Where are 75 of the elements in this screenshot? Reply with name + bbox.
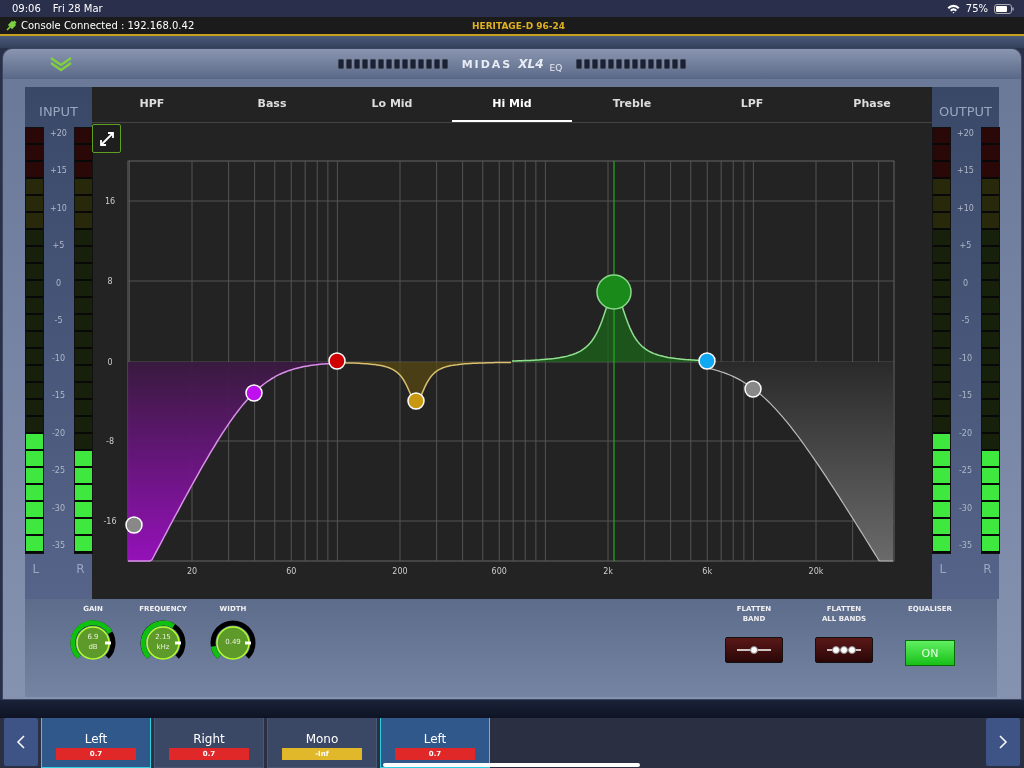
axis-label: 600 (491, 567, 507, 576)
axis-label: -8 (106, 437, 114, 446)
meter-scale-label: +5 (959, 241, 972, 251)
chevron-left-icon (16, 735, 26, 749)
meter-title: INPUT (39, 104, 78, 119)
logo-model: XL4 (518, 57, 544, 71)
meter-title: OUTPUT (939, 104, 992, 119)
status-date: Fri 28 Mar (52, 3, 103, 14)
meter-scale-label: -25 (958, 466, 973, 476)
logo-brand: MIDAS (461, 57, 513, 71)
meter-scale-label: +15 (50, 166, 67, 176)
meter-scale-label: +10 (957, 203, 974, 213)
channel-name: Mono (305, 732, 339, 746)
meter-scale-label: -20 (51, 428, 66, 438)
axis-label: -16 (103, 517, 117, 526)
meter-scale-label: -5 (961, 316, 970, 326)
channel-name: Right (193, 732, 225, 746)
meter-scale-label: -10 (958, 353, 973, 363)
band-tab[interactable]: HPF (92, 87, 212, 122)
meter-scale-label: +20 (50, 129, 67, 138)
axis-label: 60 (286, 567, 297, 576)
channel-name: Left (84, 732, 108, 746)
scroll-left-button[interactable] (4, 718, 38, 766)
axis-label: 0 (107, 358, 113, 367)
console-name: HERITAGE-D 96-24 (472, 20, 566, 31)
axis-label: 20k (808, 567, 824, 576)
meter-scale-label: -15 (958, 391, 973, 401)
channel-label: R (76, 562, 85, 576)
battery-percent: 75% (965, 3, 988, 14)
channel-label: L (32, 562, 40, 576)
wifi-icon (946, 3, 960, 14)
flatten-icon (824, 643, 864, 656)
band-tab[interactable]: Bass (212, 87, 332, 122)
channel-label: R (983, 562, 992, 576)
axis-label: 6k (702, 567, 713, 576)
axis-label: 20 (186, 567, 198, 576)
chevron-right-icon (998, 735, 1008, 749)
axis-label: 200 (392, 567, 408, 576)
expand-arrows-icon (97, 129, 116, 148)
connection-status: Console Connected : 192.168.0.42 (21, 20, 195, 31)
meter-scale-label: -30 (958, 503, 973, 513)
meter-scale-label: -35 (51, 541, 66, 550)
axis-label: 16 (104, 197, 116, 206)
meter-scale-label: -5 (54, 316, 63, 326)
expand-button[interactable] (92, 124, 121, 153)
meter-scale-label: -15 (51, 391, 66, 401)
band-handle[interactable] (596, 274, 632, 310)
axis-label: 8 (107, 277, 113, 286)
meter-scale-label: -10 (51, 353, 66, 363)
meter-scale-label: -20 (958, 428, 973, 438)
scroll-right-button[interactable] (986, 718, 1020, 766)
axis-label: 2k (603, 567, 613, 576)
band-tab[interactable]: Treble (572, 87, 692, 122)
status-time: 09:06 (12, 3, 41, 14)
plug-icon (6, 20, 17, 31)
meter-scale-label: -30 (51, 503, 66, 513)
channel-label: L (939, 562, 947, 576)
logo-suffix: EQ (549, 63, 563, 73)
meter-scale-label: +15 (957, 166, 974, 176)
flatten-icon (734, 643, 774, 656)
meter-scale-label: +20 (957, 129, 974, 138)
band-tab[interactable]: Phase (812, 87, 932, 122)
channel-name: Left (423, 732, 447, 746)
band-tab[interactable]: Lo Mid (332, 87, 452, 122)
meter-scale-label: 0 (962, 278, 969, 288)
band-tab[interactable]: LPF (692, 87, 812, 122)
flatten-button[interactable] (725, 636, 783, 663)
band-tab[interactable]: Hi Mid (452, 87, 572, 122)
meter-scale-label: 0 (55, 278, 62, 288)
meter-scale-label: -25 (51, 466, 66, 476)
meter-scale-label: +5 (52, 241, 65, 251)
flatten-button[interactable] (815, 636, 873, 663)
battery-icon (994, 3, 1014, 14)
meter-scale-label: -35 (958, 541, 973, 550)
meter-scale-label: +10 (50, 203, 67, 213)
